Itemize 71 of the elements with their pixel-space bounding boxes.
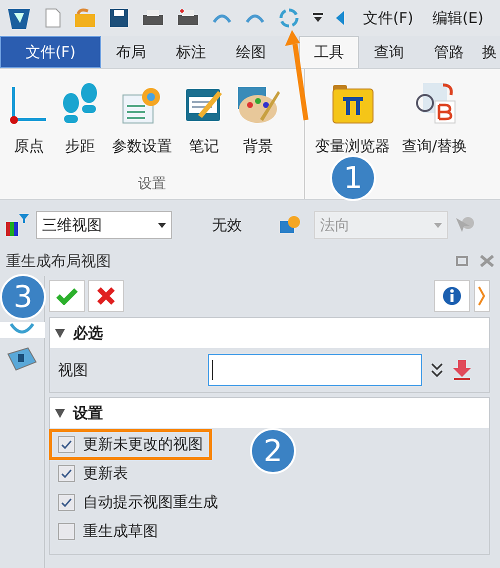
- panel-title: 重生成布局视图: [6, 250, 111, 272]
- ribbon-button[interactable]: 查询/替换: [402, 79, 468, 158]
- option-row[interactable]: 更新未更改的视图: [50, 430, 211, 459]
- triangle-icon: [55, 328, 65, 338]
- ribbon-button[interactable]: 步距: [60, 79, 100, 158]
- ribbon-button[interactable]: 原点: [10, 79, 48, 158]
- checkmark-icon: [61, 468, 72, 478]
- side-tab[interactable]: [0, 322, 44, 338]
- download-arrow-icon[interactable]: [452, 359, 472, 381]
- triangle-icon: [55, 408, 65, 418]
- menu-item[interactable]: 编辑(E): [432, 6, 484, 30]
- open-folder-icon[interactable]: [74, 8, 96, 28]
- save-icon[interactable]: [109, 8, 129, 28]
- view-input-field[interactable]: [208, 354, 422, 386]
- view-dropdown[interactable]: 三维视图: [36, 211, 172, 239]
- file-tab[interactable]: 文件(F): [0, 36, 101, 68]
- checkbox[interactable]: [58, 465, 75, 482]
- ribbon-tab[interactable]: 管路: [419, 36, 479, 68]
- caret-icon: [434, 222, 442, 228]
- ribbon-button[interactable]: 参数设置: [112, 79, 172, 158]
- menu-item[interactable]: 文件(F): [363, 6, 414, 30]
- pi-folder-icon: [330, 83, 374, 125]
- new-file-icon[interactable]: [45, 8, 61, 28]
- group-label: 设置: [138, 175, 166, 194]
- checkbox[interactable]: [58, 494, 75, 511]
- ribbon-button[interactable]: 变量浏览器: [315, 79, 390, 158]
- close-icon[interactable]: [480, 255, 494, 267]
- field-label: 视图: [58, 360, 89, 381]
- settings-window-icon: [121, 85, 163, 125]
- ribbon-tab[interactable]: 绘图: [221, 36, 281, 68]
- minimize-icon[interactable]: [456, 256, 468, 266]
- checkbox[interactable]: [58, 436, 75, 453]
- checkmark-icon: [61, 440, 72, 450]
- ribbon-tab[interactable]: 布局: [101, 36, 161, 68]
- double-chevron-down-icon[interactable]: [430, 362, 444, 378]
- caret-icon: [158, 222, 166, 228]
- step-number-badge: 3: [0, 274, 46, 320]
- cancel-button[interactable]: [88, 280, 124, 312]
- ribbon-tab[interactable]: 标注: [161, 36, 221, 68]
- section-header[interactable]: 设置: [50, 398, 489, 428]
- footprints-icon: [60, 81, 100, 125]
- ribbon-tab[interactable]: 查询: [359, 36, 419, 68]
- close-icon: [96, 286, 116, 306]
- ribbon-tab[interactable]: 换: [479, 36, 500, 68]
- checkmark-icon: [56, 287, 78, 305]
- redo-icon[interactable]: [245, 12, 265, 24]
- option-row[interactable]: 更新表: [50, 459, 136, 488]
- step-number-badge: 2: [250, 428, 296, 474]
- confirm-button[interactable]: [49, 280, 85, 312]
- ribbon-button[interactable]: 笔记: [184, 79, 224, 158]
- printer-icon[interactable]: [142, 9, 164, 27]
- ribbon-tab[interactable]: 工具: [299, 36, 359, 68]
- section-header[interactable]: 必选: [50, 318, 489, 348]
- regenerate-icon: [9, 322, 35, 336]
- dropdown-arrow-icon[interactable]: [313, 13, 323, 23]
- paint-palette-icon: [236, 85, 280, 125]
- checkbox[interactable]: [58, 523, 75, 540]
- color-filter-icon[interactable]: [4, 212, 30, 238]
- option-row[interactable]: 自动提示视图重生成: [50, 488, 226, 517]
- layout-view-icon[interactable]: [6, 346, 38, 372]
- undo-icon[interactable]: [212, 12, 232, 24]
- print-preview-icon[interactable]: [177, 9, 199, 27]
- ribbon-button[interactable]: 背景: [236, 79, 280, 158]
- left-arrow-icon[interactable]: [336, 11, 344, 25]
- info-button[interactable]: [434, 280, 470, 312]
- status-label: 无效: [212, 214, 242, 236]
- axes-icon: [10, 85, 48, 125]
- regenerate-icon[interactable]: [278, 7, 300, 29]
- checkmark-icon: [61, 498, 72, 508]
- info-icon: [442, 286, 462, 306]
- option-row[interactable]: 重生成草图: [50, 517, 166, 546]
